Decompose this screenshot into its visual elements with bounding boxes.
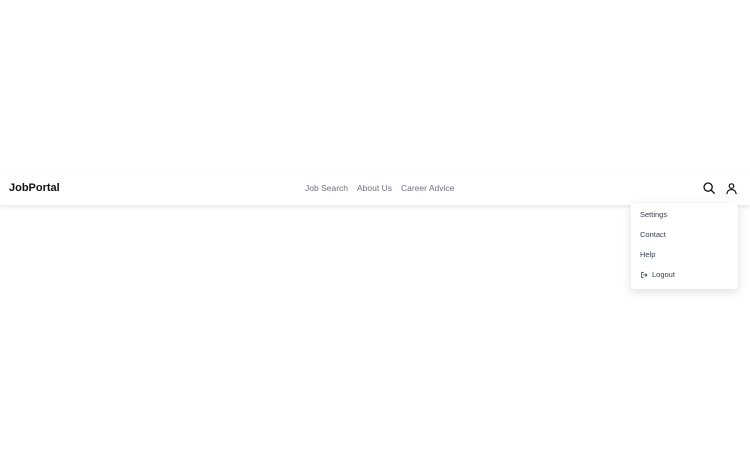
menu-item-label: Contact xyxy=(640,230,666,239)
logout-icon xyxy=(640,271,648,279)
user-dropdown-menu: Settings Contact Help Logout xyxy=(631,203,738,289)
top-navbar: JobPortal Job Search About Us Career Adv… xyxy=(0,172,750,205)
user-menu-button[interactable] xyxy=(723,180,739,196)
page: JobPortal Job Search About Us Career Adv… xyxy=(0,0,750,469)
main-nav: Job Search About Us Career Advice xyxy=(305,183,454,193)
search-icon xyxy=(703,182,715,194)
menu-item-settings[interactable]: Settings xyxy=(640,210,667,219)
nav-link-about-us[interactable]: About Us xyxy=(357,183,392,193)
search-button[interactable] xyxy=(701,180,717,196)
menu-item-label: Help xyxy=(640,250,656,259)
menu-item-label: Logout xyxy=(652,270,675,279)
nav-link-career-advice[interactable]: Career Advice xyxy=(401,183,454,193)
menu-item-logout[interactable]: Logout xyxy=(640,270,675,279)
nav-link-job-search[interactable]: Job Search xyxy=(305,183,348,193)
brand-logo[interactable]: JobPortal xyxy=(9,182,60,194)
menu-item-help[interactable]: Help xyxy=(640,250,655,259)
menu-item-label: Settings xyxy=(640,210,668,219)
menu-item-contact[interactable]: Contact xyxy=(640,230,666,239)
user-icon xyxy=(725,182,737,194)
